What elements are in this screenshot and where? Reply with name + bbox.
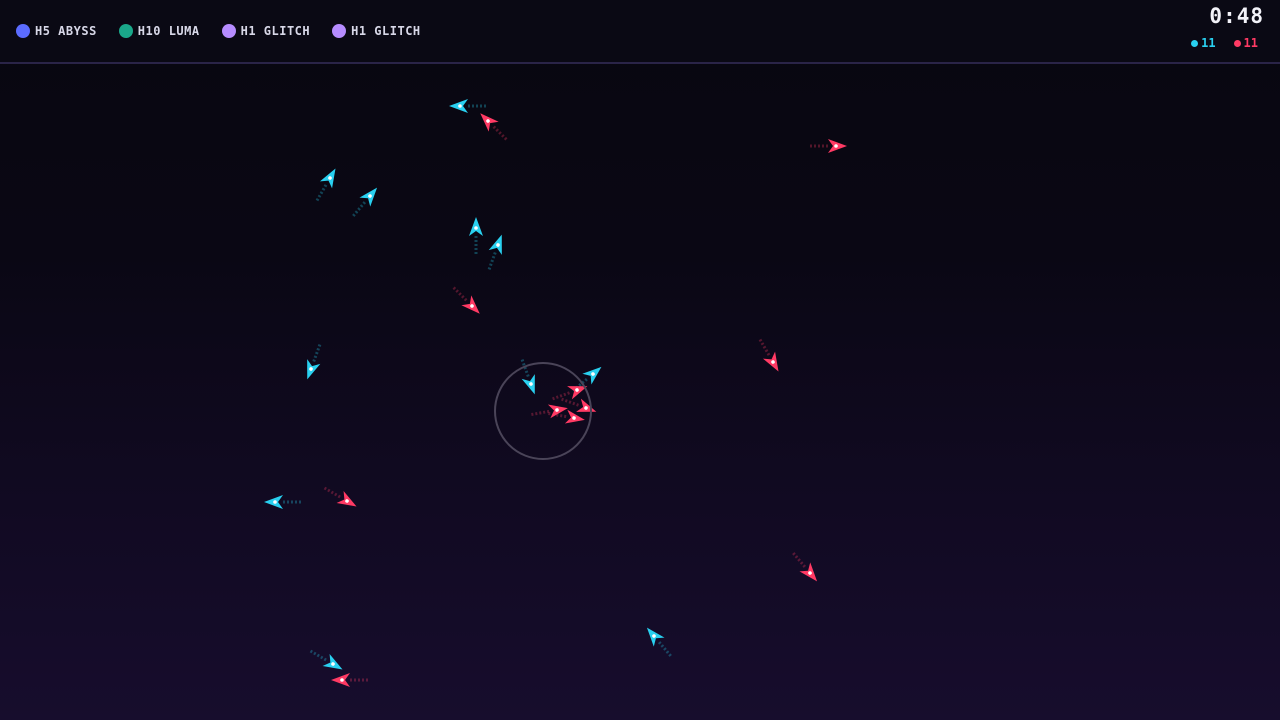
ships-layer — [264, 99, 847, 687]
cyan-ship-icon — [469, 217, 483, 254]
red-ship-icon — [323, 486, 357, 507]
red-ship-icon — [531, 404, 568, 419]
cyan-ship-icon — [307, 344, 322, 380]
cyan-ship-icon — [449, 99, 486, 113]
red-ship-icon — [561, 397, 597, 412]
cyan-ship-icon — [487, 234, 502, 270]
cyan-ship-icon — [352, 187, 378, 217]
cyan-ship-icon — [646, 627, 672, 657]
red-ship-icon — [331, 673, 368, 687]
red-ship-icon — [480, 113, 508, 141]
red-ship-icon — [452, 286, 480, 314]
red-ship-icon — [792, 552, 818, 582]
cyan-ship-icon — [264, 495, 301, 509]
battlefield[interactable] — [0, 0, 1280, 720]
cyan-ship-icon — [315, 168, 336, 202]
cyan-ship-icon — [309, 649, 343, 670]
red-ship-icon — [758, 338, 779, 372]
red-ship-icon — [810, 139, 847, 153]
